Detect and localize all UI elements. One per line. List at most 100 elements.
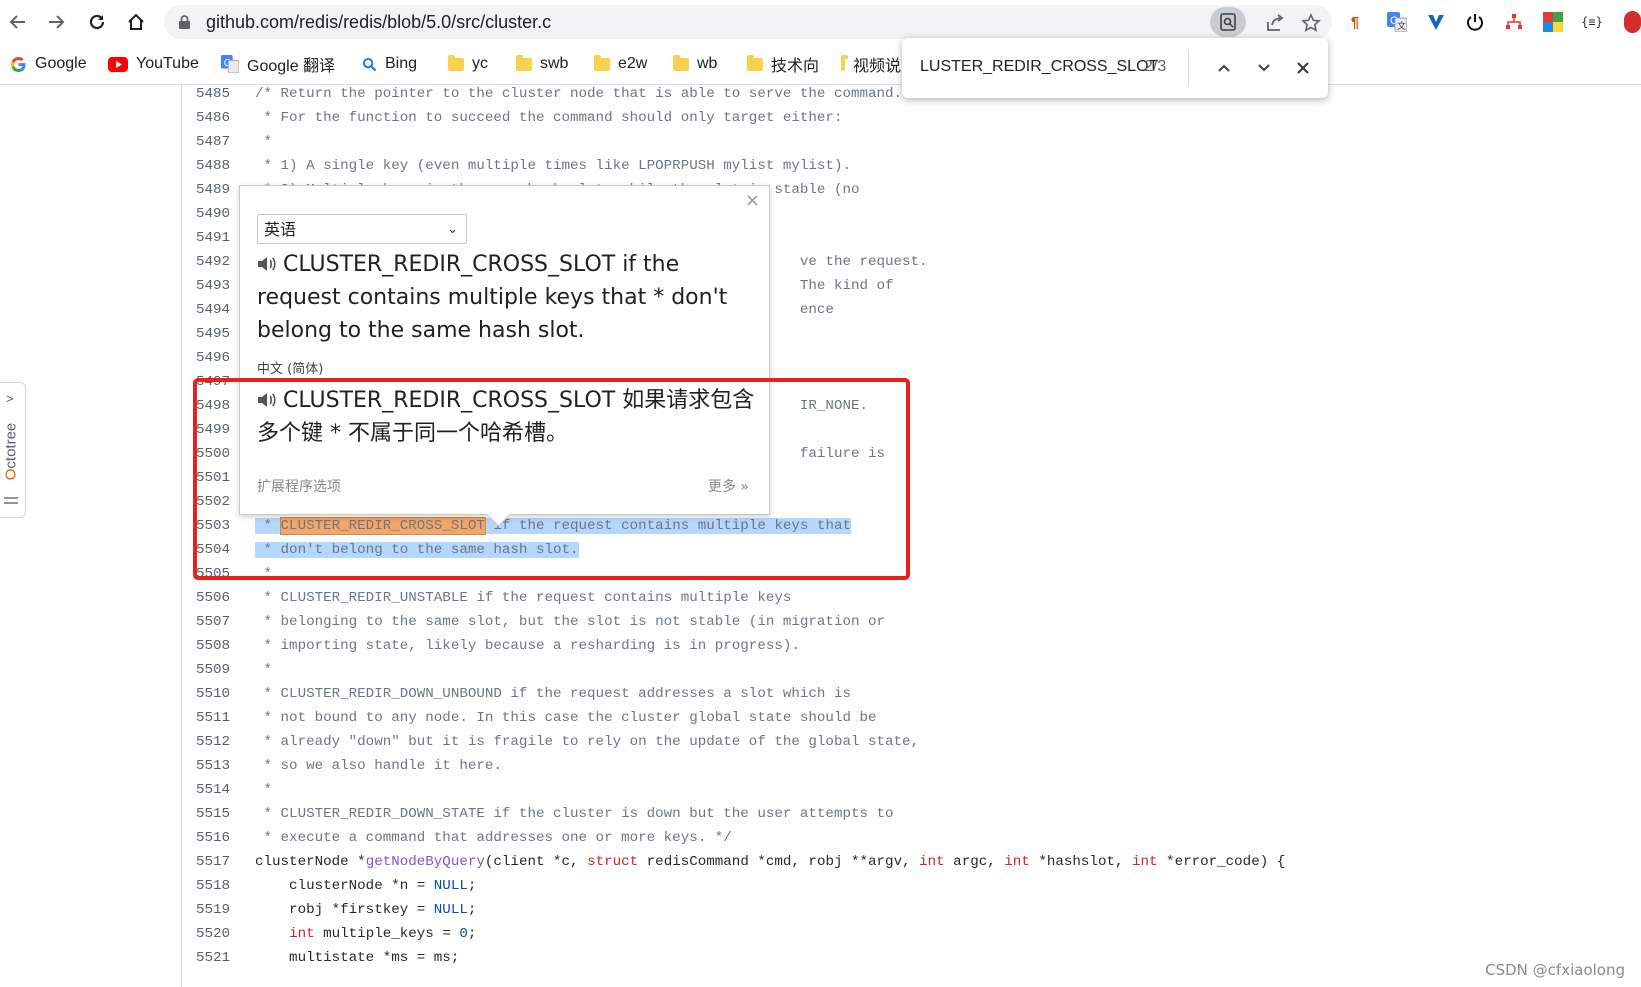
target-language-label: 中文 (简体) xyxy=(257,362,324,377)
line-number[interactable]: 5493 xyxy=(196,274,244,298)
home-button[interactable] xyxy=(122,8,150,36)
find-divider xyxy=(1188,50,1189,86)
line-number[interactable]: 5497 xyxy=(196,370,244,394)
line-number[interactable]: 5511 xyxy=(196,706,244,730)
bookmark-folder-tech[interactable]: 技术向 xyxy=(747,52,819,76)
line-content: * For the function to succeed the comman… xyxy=(255,110,843,126)
bookmark-google-translate[interactable]: G Google 翻译 xyxy=(221,52,335,76)
bookmark-google[interactable]: Google xyxy=(10,52,87,76)
line-number[interactable]: 5508 xyxy=(196,634,244,658)
extension-options-link[interactable]: 扩展程序选项 xyxy=(257,476,341,496)
line-number[interactable]: 5486 xyxy=(196,106,244,130)
line-number[interactable]: 5504 xyxy=(196,538,244,562)
bookmarks-bar: Google YouTube G Google 翻译 Bing yc swb e… xyxy=(0,44,1641,85)
bookmark-star-icon[interactable] xyxy=(1300,12,1322,34)
share-icon[interactable] xyxy=(1264,12,1286,34)
v-extension-icon[interactable] xyxy=(1424,10,1448,34)
line-number[interactable]: 5505 xyxy=(196,562,244,586)
line-number[interactable]: 5489 xyxy=(196,178,244,202)
bookmark-folder-yc[interactable]: yc xyxy=(448,52,488,76)
line-number[interactable]: 5491 xyxy=(196,226,244,250)
code-line: 5488 * 1) A single key (even multiple ti… xyxy=(182,154,1622,178)
line-number[interactable]: 5495 xyxy=(196,322,244,346)
color-grid-extension-icon[interactable] xyxy=(1541,10,1565,34)
url-text: github.com/redis/redis/blob/5.0/src/clus… xyxy=(206,12,552,32)
line-number[interactable]: 5513 xyxy=(196,754,244,778)
bookmark-label: Bing xyxy=(385,55,418,72)
line-number[interactable]: 5490 xyxy=(196,202,244,226)
more-link[interactable]: 更多 » xyxy=(708,476,749,496)
line-number[interactable]: 5515 xyxy=(196,802,244,826)
find-in-page-icon[interactable] xyxy=(1210,7,1246,37)
line-number[interactable]: 5516 xyxy=(196,826,244,850)
find-next-button[interactable] xyxy=(1250,54,1278,82)
code-line: 5510 * CLUSTER_REDIR_DOWN_UNBOUND if the… xyxy=(182,682,1622,706)
watermark: CSDN @cfxiaolong xyxy=(1485,961,1625,979)
line-number[interactable]: 5510 xyxy=(196,682,244,706)
speaker-icon[interactable] xyxy=(257,255,277,273)
speaker-icon[interactable] xyxy=(257,391,277,409)
source-text: CLUSTER_REDIR_CROSS_SLOT if the request … xyxy=(257,248,757,347)
bookmark-folder-swb[interactable]: swb xyxy=(516,52,568,76)
json-extension-icon[interactable]: {≡} xyxy=(1580,10,1604,34)
octotree-toggle[interactable]: > Octotree xyxy=(0,382,26,518)
line-number[interactable]: 5507 xyxy=(196,610,244,634)
line-number[interactable]: 5499 xyxy=(196,418,244,442)
line-number[interactable]: 5500 xyxy=(196,442,244,466)
line-number[interactable]: 5514 xyxy=(196,778,244,802)
forward-button[interactable] xyxy=(42,8,70,36)
bookmark-youtube[interactable]: YouTube xyxy=(108,52,199,76)
bookmark-folder-video[interactable]: 视频说 xyxy=(841,52,901,76)
profile-avatar[interactable] xyxy=(1624,10,1641,34)
bookmark-folder-wb[interactable]: wb xyxy=(673,52,717,76)
line-content: * 1) A single key (even multiple times l… xyxy=(255,158,851,174)
keyword: int xyxy=(919,854,945,870)
bookmark-bing[interactable]: Bing xyxy=(362,52,417,76)
close-icon xyxy=(1297,62,1309,74)
find-previous-button[interactable] xyxy=(1210,54,1238,82)
power-extension-icon[interactable] xyxy=(1463,10,1487,34)
line-number[interactable]: 5503 xyxy=(196,514,244,538)
line-number[interactable]: 5509 xyxy=(196,658,244,682)
line-number[interactable]: 5485 xyxy=(196,82,244,106)
line-number[interactable]: 5521 xyxy=(196,946,244,970)
line-number[interactable]: 5501 xyxy=(196,466,244,490)
sitemap-extension-icon[interactable] xyxy=(1502,10,1526,34)
code-line: 5487 * xyxy=(182,130,1622,154)
code-token: multiple_keys = xyxy=(314,926,460,942)
reload-button[interactable] xyxy=(83,8,111,36)
find-close-button[interactable] xyxy=(1289,54,1317,82)
translate-extension-icon[interactable]: G文 xyxy=(1385,10,1409,34)
code-line: 5506 * CLUSTER_REDIR_UNSTABLE if the req… xyxy=(182,586,1622,610)
line-number[interactable]: 5517 xyxy=(196,850,244,874)
line-content: /* Return the pointer to the cluster nod… xyxy=(255,86,903,102)
line-number[interactable]: 5520 xyxy=(196,922,244,946)
find-input[interactable]: LUSTER_REDIR_CROSS_SLOT xyxy=(920,58,1158,76)
line-number[interactable]: 5492 xyxy=(196,250,244,274)
address-bar[interactable]: github.com/redis/redis/blob/5.0/src/clus… xyxy=(164,5,1332,39)
line-number[interactable]: 5502 xyxy=(196,490,244,514)
back-button[interactable] xyxy=(4,8,32,36)
line-number[interactable]: 5496 xyxy=(196,346,244,370)
line-number[interactable]: 5487 xyxy=(196,130,244,154)
paragraph-extension-icon[interactable]: ¶ xyxy=(1343,10,1367,34)
source-language-select[interactable]: 英语 ⌄ xyxy=(257,214,467,244)
line-number[interactable]: 5518 xyxy=(196,874,244,898)
line-number[interactable]: 5488 xyxy=(196,154,244,178)
line-number[interactable]: 5494 xyxy=(196,298,244,322)
popup-close-button[interactable]: × xyxy=(745,190,760,211)
code-line: 5508 * importing state, likely because a… xyxy=(182,634,1622,658)
code-token: multistate *ms = ms; xyxy=(255,950,460,966)
line-number[interactable]: 5512 xyxy=(196,730,244,754)
line-number[interactable]: 5519 xyxy=(196,898,244,922)
search-icon xyxy=(362,57,377,71)
line-number[interactable]: 5506 xyxy=(196,586,244,610)
code-token: clusterNode *n = xyxy=(255,878,434,894)
find-match-count: 2/3 xyxy=(1144,58,1167,75)
bookmark-folder-e2w[interactable]: e2w xyxy=(594,52,647,76)
line-number[interactable]: 5498 xyxy=(196,394,244,418)
chevron-down-icon: ⌄ xyxy=(447,222,458,237)
bookmark-label: Google 翻译 xyxy=(247,58,336,75)
drag-handle-icon[interactable] xyxy=(4,497,18,499)
line-content: robj *firstkey = NULL; xyxy=(255,898,476,922)
